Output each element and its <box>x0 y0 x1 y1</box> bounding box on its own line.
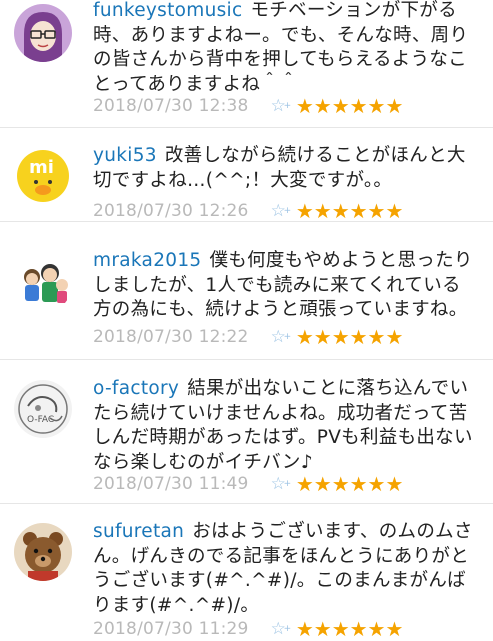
comment-username[interactable]: funkeystomusic <box>93 0 242 21</box>
comment-timestamp[interactable]: 2018/07/30 12:38 <box>93 96 249 116</box>
user-avatar-o-factory[interactable]: O-FAC <box>14 380 72 438</box>
comment-username[interactable]: mraka2015 <box>93 250 201 271</box>
star-rating[interactable]: ★★★★★★ <box>296 94 404 118</box>
add-star-icon[interactable]: ☆ + <box>271 474 292 494</box>
user-avatar-funkeystomusic[interactable] <box>14 4 72 62</box>
comment-item: O-FAC o-factory 結果が出ないことに落ち込んでいたら続けていけません… <box>0 360 493 504</box>
user-avatar-sufuretan[interactable] <box>14 523 72 581</box>
star-rating[interactable]: ★★★★★★ <box>296 617 404 641</box>
svg-text:mi: mi <box>29 157 54 178</box>
comment-body: mraka2015 僕も何度もやめようと思ったりしましたが、1人でも読みに来てくれ… <box>93 249 479 323</box>
add-star-icon[interactable]: ☆ + <box>271 201 292 221</box>
comment-item: sufuretan おはようございます、のムのムさん。げんきのでる記事をほんとうに… <box>0 504 493 641</box>
user-avatar-yuki53[interactable]: mi <box>14 146 72 204</box>
star-rating[interactable]: ★★★★★★ <box>296 325 404 349</box>
comment-timestamp[interactable]: 2018/07/30 12:26 <box>93 201 249 221</box>
add-star-icon[interactable]: ☆ + <box>271 619 292 639</box>
comment-item: funkeystomusic モチベーションが下がる時、ありますよねー。でも、そん… <box>0 0 493 128</box>
comment-username[interactable]: o-factory <box>93 378 179 399</box>
comment-timestamp[interactable]: 2018/07/30 12:22 <box>93 327 249 347</box>
comment-meta: 2018/07/30 11:29 ☆ + ★★★★★★ <box>93 617 403 641</box>
comment-timestamp[interactable]: 2018/07/30 11:29 <box>93 619 249 639</box>
star-rating[interactable]: ★★★★★★ <box>296 472 404 496</box>
comment-meta: 2018/07/30 11:49 ☆ + ★★★★★★ <box>93 472 403 496</box>
add-star-icon[interactable]: ☆ + <box>271 96 292 116</box>
comment-body: yuki53 改善しながら続けることがほんと大切ですよね…(^^;！大変ですが。。 <box>93 144 479 193</box>
add-star-icon[interactable]: ☆ + <box>271 327 292 347</box>
comment-timestamp[interactable]: 2018/07/30 11:49 <box>93 474 249 494</box>
comment-username[interactable]: sufuretan <box>93 521 184 542</box>
user-avatar-mraka2015[interactable] <box>14 255 72 313</box>
svg-text:O-FAC: O-FAC <box>27 415 54 425</box>
comment-meta: 2018/07/30 12:38 ☆ + ★★★★★★ <box>93 94 403 118</box>
comment-body: o-factory 結果が出ないことに落ち込んでいたら続けていけませんよね。成功者… <box>93 377 479 475</box>
comment-meta: 2018/07/30 12:26 ☆ + ★★★★★★ <box>93 199 403 223</box>
comment-body: sufuretan おはようございます、のムのムさん。げんきのでる記事をほんとうに… <box>93 520 479 618</box>
comment-username[interactable]: yuki53 <box>93 145 157 166</box>
star-rating[interactable]: ★★★★★★ <box>296 199 404 223</box>
comment-item: mi yuki53 改善しながら続けることがほんと大切ですよね…(^^;！大変です… <box>0 128 493 223</box>
comment-meta: 2018/07/30 12:22 ☆ + ★★★★★★ <box>93 325 403 349</box>
comment-item: mraka2015 僕も何度もやめようと思ったりしましたが、1人でも読みに来てくれ… <box>0 222 493 360</box>
comment-body: funkeystomusic モチベーションが下がる時、ありますよねー。でも、そん… <box>93 0 479 97</box>
